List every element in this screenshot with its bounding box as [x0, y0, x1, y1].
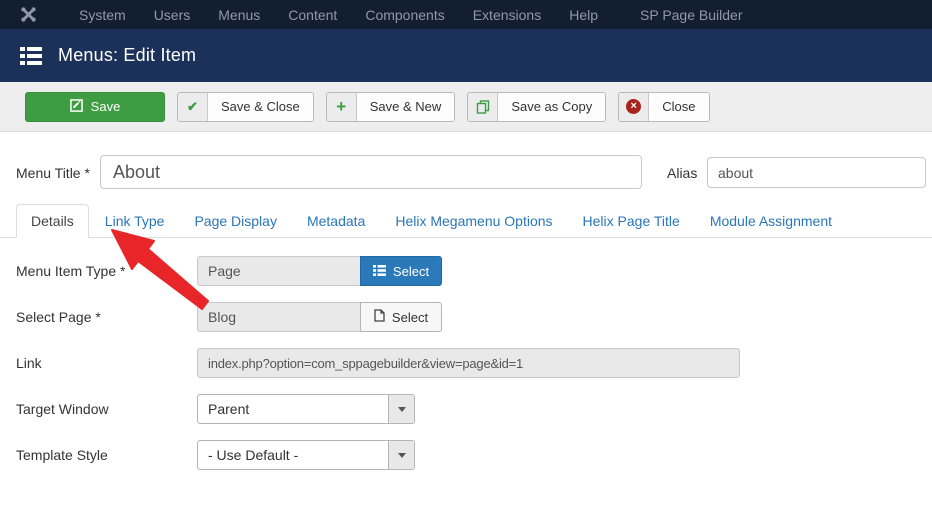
- target-window-select[interactable]: Parent: [197, 394, 415, 424]
- menu-title-input[interactable]: [100, 155, 642, 189]
- tab-details[interactable]: Details: [16, 204, 89, 238]
- file-icon: [374, 309, 385, 325]
- th-list-icon: [373, 264, 386, 279]
- alias-label: Alias: [667, 165, 697, 181]
- menu-item-type-select-label: Select: [393, 264, 429, 279]
- template-style-label: Template Style: [16, 447, 108, 463]
- page-header: Menus: Edit Item: [0, 29, 932, 82]
- tab-link-type[interactable]: Link Type: [91, 205, 179, 237]
- menu-item-type-label: Menu Item Type *: [16, 263, 125, 279]
- pencil-square-icon: [70, 99, 83, 115]
- menu-item-type-select-button[interactable]: Select: [360, 256, 442, 286]
- select-page-value: Blog: [197, 302, 360, 332]
- save-copy-button[interactable]: Save as Copy: [467, 92, 606, 122]
- save-close-button[interactable]: ✔ Save & Close: [177, 92, 314, 122]
- link-label: Link: [16, 355, 42, 371]
- caret-down-icon: [388, 395, 414, 423]
- template-style-select[interactable]: - Use Default -: [197, 440, 415, 470]
- template-style-value: - Use Default -: [198, 447, 388, 463]
- select-page-label: Select Page *: [16, 309, 101, 325]
- edit-item-tabs: Details Link Type Page Display Metadata …: [0, 205, 932, 238]
- nav-item-extensions[interactable]: Extensions: [459, 0, 555, 29]
- menu-item-type-value: Page: [197, 256, 360, 286]
- nav-item-components[interactable]: Components: [351, 0, 458, 29]
- save-close-label: Save & Close: [208, 93, 313, 121]
- select-page-select-label: Select: [392, 310, 428, 325]
- save-button-label: Save: [91, 99, 121, 114]
- menu-list-icon: [20, 47, 42, 65]
- tab-helix-page-title[interactable]: Helix Page Title: [569, 205, 694, 237]
- alias-input[interactable]: [707, 157, 926, 188]
- toolbar: Save ✔ Save & Close + Save & New Save as…: [0, 82, 932, 132]
- save-button[interactable]: Save: [25, 92, 165, 122]
- select-page-select-button[interactable]: Select: [360, 302, 442, 332]
- admin-navbar: System Users Menus Content Components Ex…: [0, 0, 932, 29]
- nav-item-system[interactable]: System: [65, 0, 140, 29]
- plus-icon: +: [327, 93, 357, 121]
- target-window-value: Parent: [198, 401, 388, 417]
- tab-metadata[interactable]: Metadata: [293, 205, 379, 237]
- save-copy-label: Save as Copy: [498, 93, 605, 121]
- close-button[interactable]: × Close: [618, 92, 709, 122]
- joomla-logo-icon[interactable]: [20, 6, 37, 23]
- check-icon: ✔: [178, 93, 208, 121]
- save-new-button[interactable]: + Save & New: [326, 92, 456, 122]
- nav-item-menus[interactable]: Menus: [204, 0, 274, 29]
- target-window-label: Target Window: [16, 401, 109, 417]
- nav-item-users[interactable]: Users: [140, 0, 205, 29]
- link-value: index.php?option=com_sppagebuilder&view=…: [197, 348, 740, 378]
- caret-down-icon: [388, 441, 414, 469]
- close-label: Close: [649, 93, 708, 121]
- circle-x-icon: ×: [619, 93, 649, 121]
- nav-item-content[interactable]: Content: [274, 0, 351, 29]
- page-title: Menus: Edit Item: [58, 45, 196, 66]
- copy-icon: [468, 93, 498, 121]
- tab-helix-megamenu-options[interactable]: Helix Megamenu Options: [381, 205, 566, 237]
- nav-item-sp-page-builder[interactable]: SP Page Builder: [626, 0, 756, 29]
- tab-module-assignment[interactable]: Module Assignment: [696, 205, 846, 237]
- menu-title-label: Menu Title *: [16, 165, 90, 181]
- nav-item-help[interactable]: Help: [555, 0, 612, 29]
- save-new-label: Save & New: [357, 93, 455, 121]
- tab-page-display[interactable]: Page Display: [180, 205, 291, 237]
